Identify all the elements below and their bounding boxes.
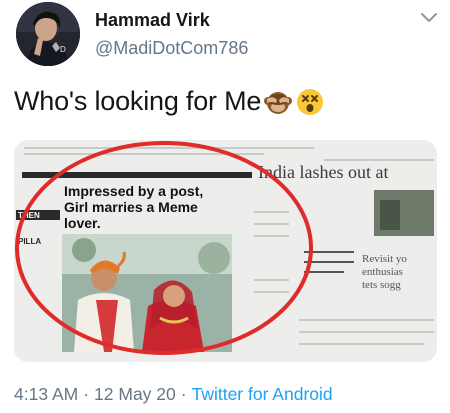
headline-line-3: lover.: [64, 215, 101, 231]
dizzy-face-icon: [295, 87, 325, 117]
avatar-photo: D: [16, 2, 80, 66]
headline-line-1: Impressed by a post,: [64, 183, 203, 199]
chevron-down-icon[interactable]: [418, 10, 440, 26]
tweet-date[interactable]: 12 May 20: [94, 384, 176, 405]
wedding-photo: [62, 234, 232, 352]
see-no-evil-monkey-icon: [263, 87, 293, 117]
side-text-3: tets sogg: [362, 279, 401, 291]
avatar[interactable]: D: [16, 2, 80, 66]
svg-text:D: D: [60, 45, 66, 54]
tweet-text: Who's looking for Me: [14, 86, 325, 117]
side-text-1: Revisit yo: [362, 253, 407, 265]
newspaper-clipping: THEN PILLA Impressed by a post, Girl mar…: [14, 140, 437, 362]
tweet-meta: 4:13 AM · 12 May 20 · Twitter for Androi…: [14, 384, 333, 405]
tweet-source-link[interactable]: Twitter for Android: [192, 384, 333, 405]
tweet-text-content: Who's looking for Me: [14, 86, 262, 116]
tweet-media-image[interactable]: THEN PILLA Impressed by a post, Girl mar…: [14, 140, 437, 362]
display-name[interactable]: Hammad Virk: [95, 10, 210, 31]
user-handle[interactable]: @MadiDotCom786: [95, 38, 248, 59]
side-text-2: enthusias: [362, 266, 403, 278]
meta-separator: ·: [83, 384, 90, 404]
label-pillar: PILLA: [18, 237, 41, 246]
tweet-time[interactable]: 4:13 AM: [14, 384, 78, 405]
meta-separator: ·: [180, 384, 187, 404]
headline-line-2: Girl marries a Meme: [64, 199, 198, 215]
